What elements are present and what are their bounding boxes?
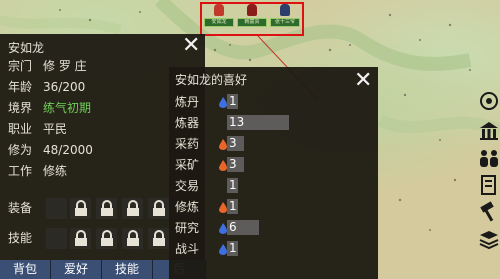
stat-value: 平民 [43, 122, 68, 136]
close-icon[interactable]: ✕ [182, 35, 200, 57]
preference-label: 炼丹 [175, 95, 200, 109]
layers-icon[interactable] [478, 228, 500, 250]
stat-label: 职业 [8, 122, 33, 136]
preference-row: 炼器 13 [175, 115, 289, 131]
blue-flame-icon [219, 222, 227, 234]
stat-label: 年龄 [8, 80, 33, 94]
red-flame-icon [219, 159, 227, 171]
preference-row: 修炼 1 [175, 199, 238, 215]
stat-value: 修 罗 庄 [43, 59, 87, 73]
preference-value: 1 [227, 199, 238, 214]
preference-label: 修炼 [175, 200, 200, 214]
preference-row: 战斗 1 [175, 241, 238, 257]
map-unit[interactable]: 张十三爷 [270, 4, 300, 27]
preference-value: 1 [227, 178, 238, 193]
preference-value: 6 [227, 220, 259, 235]
red-flame-icon [219, 138, 227, 150]
tab-hobbies[interactable]: 爱好 [51, 260, 102, 279]
preference-label: 战斗 [175, 242, 200, 256]
map-unit[interactable]: 安如龙 [204, 4, 234, 27]
blue-flame-icon [219, 243, 227, 255]
preference-row: 交易 1 [175, 178, 238, 194]
unit-tag: 张十三爷 [270, 18, 300, 27]
preference-row: 采矿 3 [175, 157, 244, 173]
lock-icon [70, 228, 91, 249]
unit-tag: 安如龙 [204, 18, 234, 27]
preference-label: 交易 [175, 179, 200, 193]
empty-slot[interactable] [46, 198, 67, 219]
stat-label: 宗门 [8, 59, 33, 73]
stat-row: 职业 平民 [8, 121, 67, 137]
preference-value: 1 [227, 241, 238, 256]
tab-backpack[interactable]: 背包 [0, 260, 51, 279]
lock-icon [96, 198, 117, 219]
lock-icon [148, 198, 169, 219]
hammer-icon[interactable] [478, 201, 500, 223]
stat-value: 48/2000 [43, 143, 93, 157]
target-icon[interactable] [478, 90, 500, 112]
work-label: 工作 [8, 164, 33, 178]
character-name: 安如龙 [8, 41, 45, 55]
stat-label: 修为 [8, 143, 33, 157]
preferences-panel: 安如龙的喜好 ✕ 炼丹 1 炼器 13 采药 3 采矿 3 交易 1 修炼 1 研究 6 战斗 1 [169, 67, 378, 279]
work-row: 工作 修练 [8, 163, 67, 179]
cultivator-figure-icon [280, 4, 290, 16]
stat-row: 境界 练气初期 [8, 100, 91, 116]
lock-icon [122, 198, 143, 219]
lock-icon [70, 198, 91, 219]
preferences-title: 安如龙的喜好 [175, 73, 248, 87]
lock-icon [148, 228, 169, 249]
preference-value: 13 [227, 115, 289, 130]
preference-row: 炼丹 1 [175, 94, 238, 110]
stat-value: 36/200 [43, 80, 86, 94]
skill-label: 技能 [8, 231, 33, 245]
map-unit[interactable]: 韩富贵 [237, 4, 267, 27]
empty-slot[interactable] [46, 228, 67, 249]
close-icon[interactable]: ✕ [354, 70, 372, 92]
scroll-icon[interactable] [478, 174, 500, 196]
cultivator-figure-icon [247, 4, 257, 16]
work-value[interactable]: 修练 [43, 164, 67, 178]
cultivator-figure-icon [214, 4, 224, 16]
people-icon[interactable] [478, 147, 500, 169]
realm-value: 练气初期 [43, 101, 92, 115]
preference-label: 采药 [175, 137, 200, 151]
stat-row: 年龄 36/200 [8, 79, 85, 95]
preference-value: 1 [227, 94, 238, 109]
preference-label: 炼器 [175, 116, 200, 130]
preference-value: 3 [227, 136, 244, 151]
preference-row: 研究 6 [175, 220, 259, 236]
stat-label: 境界 [8, 101, 33, 115]
red-flame-icon [219, 201, 227, 213]
unit-tag: 韩富贵 [237, 18, 267, 27]
preference-value: 3 [227, 157, 244, 172]
stat-row: 宗门修 罗 庄 [8, 58, 87, 74]
lock-icon [96, 228, 117, 249]
temple-icon[interactable] [478, 120, 500, 142]
preference-row: 采药 3 [175, 136, 244, 152]
tab-skills[interactable]: 技能 [102, 260, 153, 279]
preference-label: 研究 [175, 221, 200, 235]
lock-icon [122, 228, 143, 249]
stat-row: 修为 48/2000 [8, 142, 93, 158]
equip-label: 装备 [8, 201, 33, 215]
preference-label: 采矿 [175, 158, 200, 172]
blue-flame-icon [219, 96, 227, 108]
